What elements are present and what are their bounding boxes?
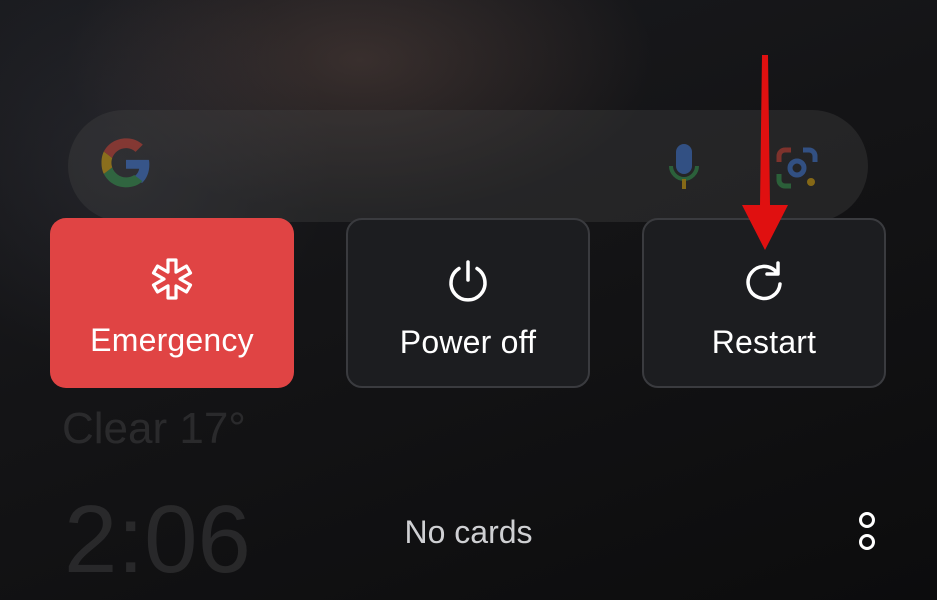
no-cards-text: No cards (404, 514, 533, 550)
restart-label: Restart (711, 324, 817, 360)
power-off-button[interactable]: Power off (346, 218, 590, 388)
google-logo-icon (101, 138, 150, 188)
emergency-button[interactable]: Emergency (50, 218, 294, 388)
power-off-label: Power off (399, 324, 537, 360)
red-arrow-annotation (742, 55, 788, 250)
microphone-icon (669, 144, 699, 189)
lockscreen-weather: Clear 17° (62, 404, 246, 453)
power-icon (449, 260, 487, 302)
more-vertical-icon[interactable] (852, 512, 882, 556)
restart-icon (746, 261, 782, 301)
medical-star-icon (151, 258, 193, 300)
emergency-label: Emergency (90, 322, 254, 358)
